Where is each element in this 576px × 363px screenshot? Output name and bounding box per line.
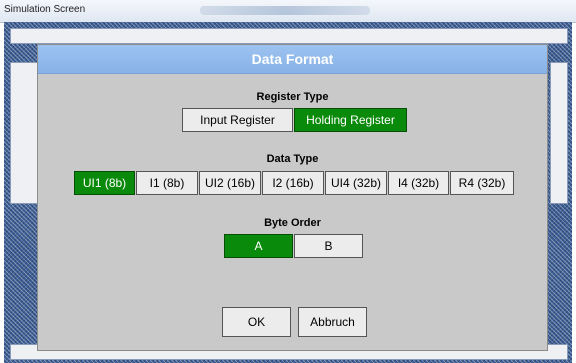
background-left-panel [10,62,38,204]
window-titlebar: Simulation Screen [0,0,576,23]
background-header-strip [10,28,568,44]
ok-button[interactable]: OK [222,307,291,337]
background-right-panel [550,62,568,204]
holding-register-button[interactable]: Holding Register [294,108,407,132]
window-title: Simulation Screen [4,4,86,15]
byte-order-b-button[interactable]: B [294,234,363,258]
data-type-i4-button[interactable]: I4 (32b) [388,171,449,195]
titlebar-blurred-region [200,6,370,15]
register-type-label: Register Type [256,91,329,103]
data-type-i2-button[interactable]: I2 (16b) [262,171,324,195]
byte-order-label: Byte Order [264,217,321,229]
data-type-label: Data Type [266,153,319,165]
dialog-header: Data Format [38,45,547,74]
data-type-r4-button[interactable]: R4 (32b) [450,171,514,195]
cancel-button[interactable]: Abbruch [298,307,367,337]
data-type-ui4-button[interactable]: UI4 (32b) [325,171,387,195]
dialog-title: Data Format [251,51,334,67]
input-register-button[interactable]: Input Register [182,108,293,132]
data-format-dialog: Data Format Register Type Input Register… [37,44,548,351]
data-type-ui1-button[interactable]: UI1 (8b) [74,171,135,195]
data-type-i1-button[interactable]: I1 (8b) [136,171,198,195]
data-type-ui2-button[interactable]: UI2 (16b) [199,171,261,195]
byte-order-a-button[interactable]: A [224,234,293,258]
